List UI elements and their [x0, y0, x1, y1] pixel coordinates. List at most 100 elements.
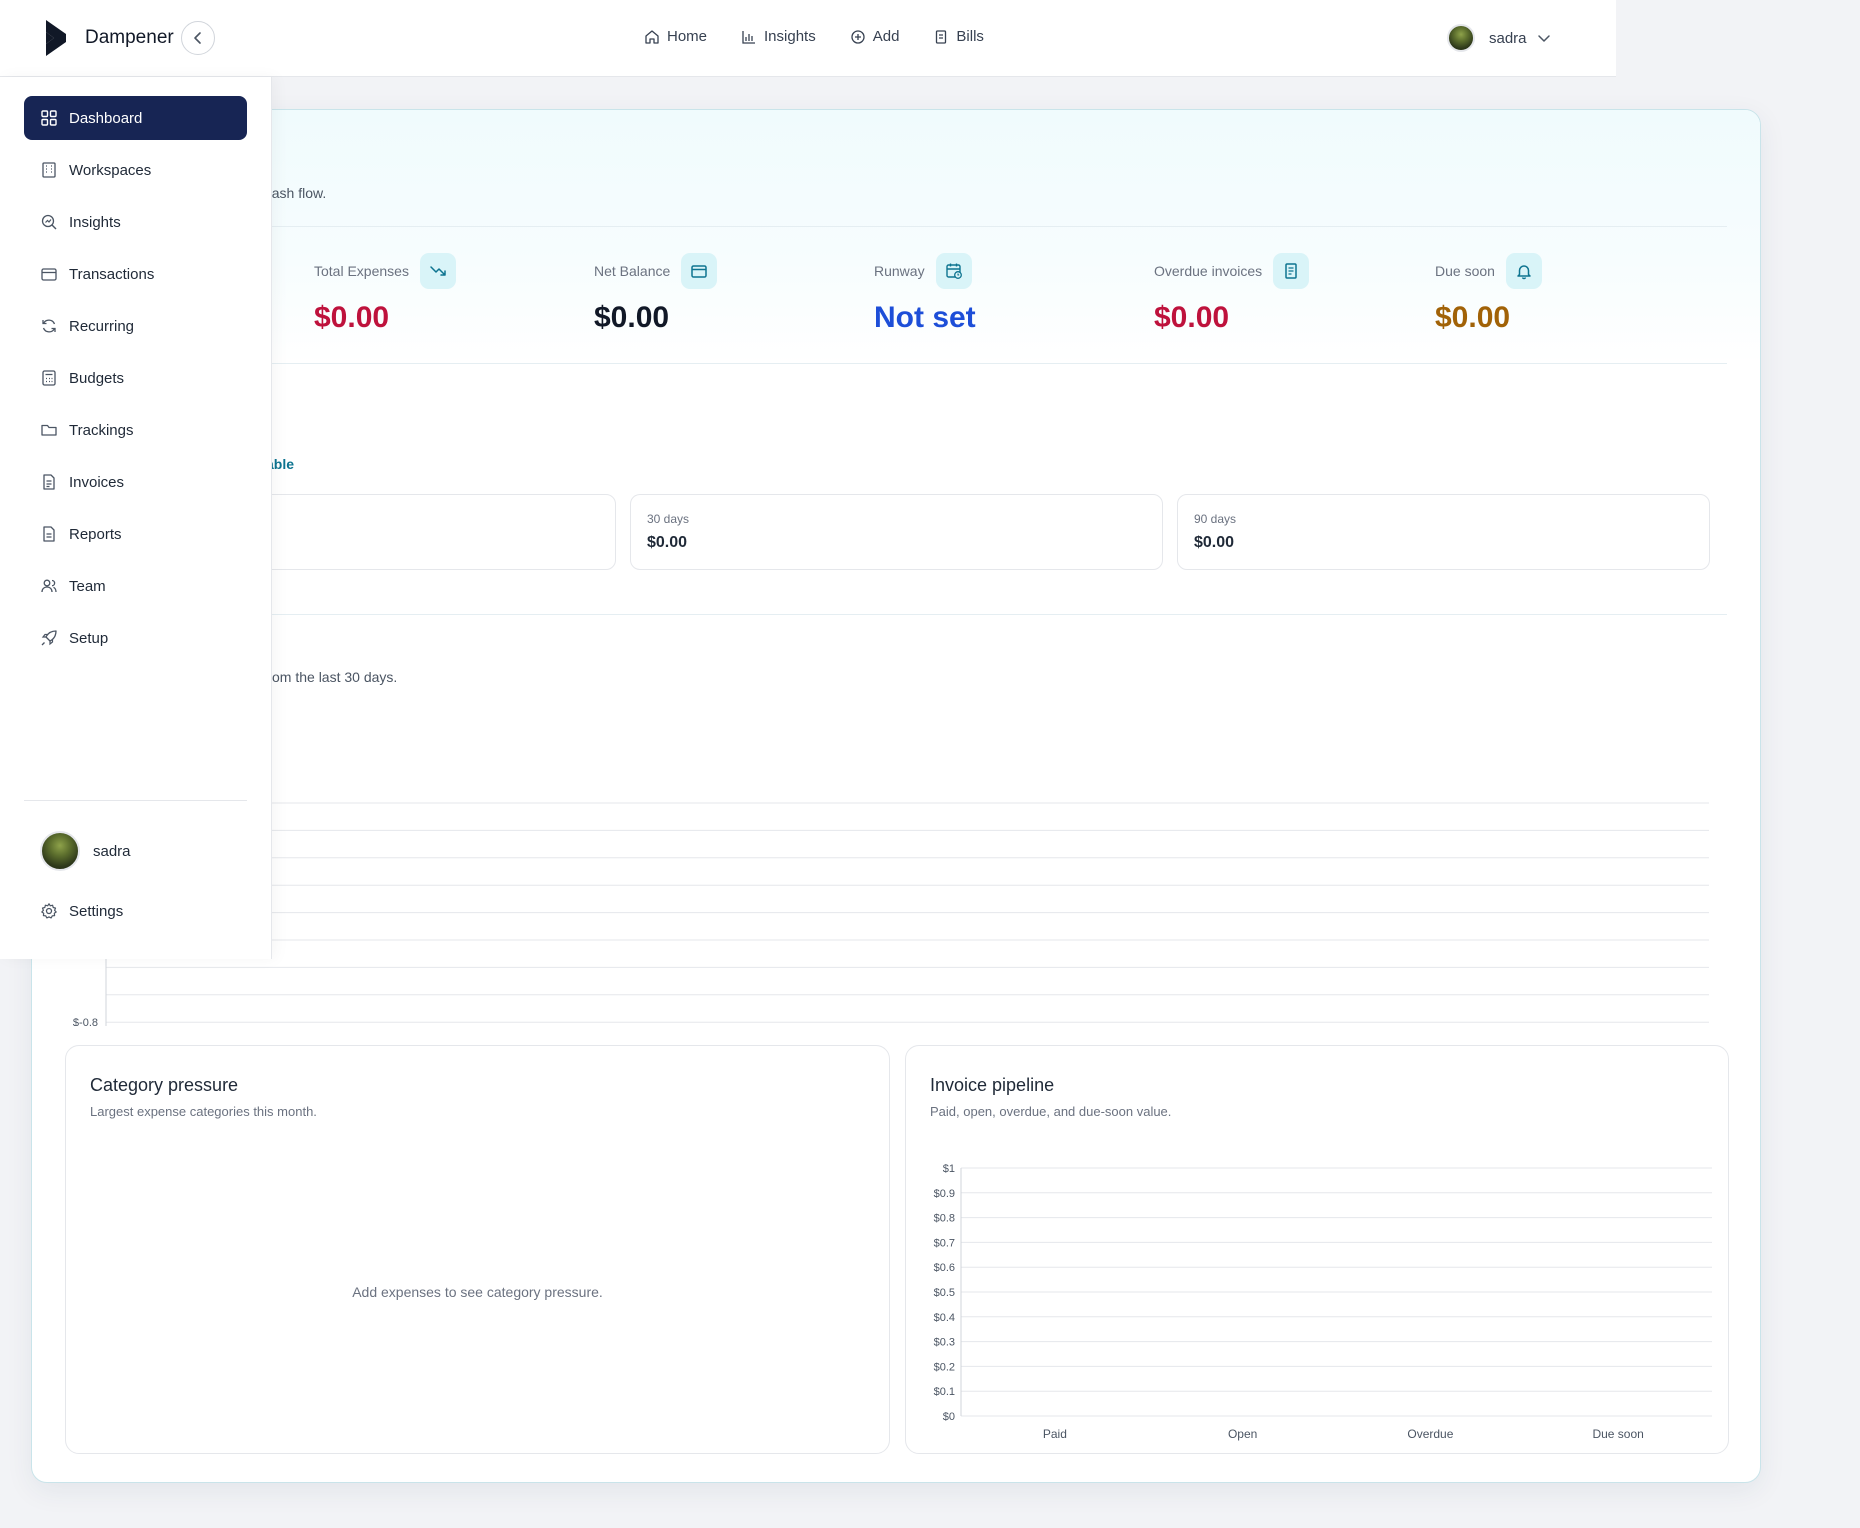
metric-label-row: Net Balance	[594, 253, 718, 289]
sidebar-item-label: Setup	[69, 629, 109, 647]
collapse-sidebar-button[interactable]	[181, 21, 215, 55]
users-icon	[41, 579, 57, 593]
user-name: sadra	[1489, 29, 1527, 47]
dampener-logo-icon	[46, 20, 66, 56]
metric-net-balance: Net Balance $0.00	[594, 253, 718, 335]
sidebar-item-invoices[interactable]: Invoices	[24, 460, 247, 504]
sidebar-item-budgets[interactable]: Budgets	[24, 356, 247, 400]
metric-label: Total Expenses	[314, 263, 409, 279]
panel-subtitle: Paid, open, overdue, and due-soon value.	[930, 1104, 1172, 1119]
metric-value: Not set	[874, 301, 976, 334]
invoice-pipeline-chart: $0 $0.1 $0.2 $0.3 $0.4 $0.5 $0.6 $0.7 $0.8 $0.9 $1…	[934, 1163, 1712, 1441]
topnav-label: Add	[872, 28, 900, 45]
topnav-bills[interactable]: Bills	[933, 28, 984, 45]
report-icon	[43, 526, 55, 542]
x-tick-label: Overdue	[1407, 1427, 1453, 1441]
sidebar-item-label: Settings	[69, 902, 124, 920]
metric-icon-badge	[1273, 253, 1310, 289]
sidebar-item-trackings[interactable]: Trackings	[24, 408, 247, 452]
home-icon	[645, 29, 659, 44]
sidebar-item-label: Reports	[69, 525, 122, 543]
trend-down-icon	[430, 266, 446, 276]
window-label: 90 days	[1194, 512, 1237, 526]
brand[interactable]: Dampener	[44, 20, 174, 56]
metric-value: $0.00	[594, 301, 670, 334]
app-name: Dampener	[85, 27, 174, 48]
topnav-label: Home	[667, 28, 708, 45]
window-label: 30 days	[647, 512, 690, 526]
sidebar-item-workspaces[interactable]: Workspaces	[24, 148, 247, 192]
topnav-home[interactable]: Home	[644, 28, 707, 45]
topnav-label: Insights	[764, 28, 816, 45]
x-tick-label: Due soon	[1592, 1427, 1643, 1441]
wallet-icon	[41, 268, 57, 281]
chevron-down-icon	[1537, 35, 1550, 42]
sidebar-user[interactable]: sadra	[40, 831, 131, 871]
metric-icon-badge	[419, 253, 456, 289]
gear-icon	[41, 903, 57, 919]
bell-icon	[1517, 265, 1531, 280]
sidebar-item-team[interactable]: Team	[24, 564, 247, 608]
calculator-icon	[42, 370, 56, 386]
metric-label: Net Balance	[594, 263, 671, 279]
sidebar-item-recurring[interactable]: Recurring	[24, 304, 247, 348]
topnav-add[interactable]: Add	[850, 28, 900, 45]
sidebar-item-reports[interactable]: Reports	[24, 512, 247, 556]
panel-title: Category pressure	[90, 1075, 239, 1095]
sidebar-item-label: Transactions	[69, 265, 155, 283]
plus-circle-icon	[851, 29, 865, 44]
sidebar-item-label: Insights	[69, 213, 121, 231]
empty-state-message: Add expenses to see category pressure.	[352, 1284, 603, 1300]
sidebar-item-label: Trackings	[69, 421, 134, 439]
topnav-insights[interactable]: Insights	[741, 28, 816, 45]
top-navigation-bar: Dampener Home Insights Add Bills sadra	[0, 0, 1616, 77]
top-nav: Home Insights Add Bills	[644, 28, 984, 45]
metric-value: $0.00	[1435, 301, 1511, 334]
sidebar-item-setup[interactable]: Setup	[24, 616, 247, 660]
sidebar-item-dashboard[interactable]: Dashboard	[24, 96, 247, 140]
divider	[32, 226, 1727, 227]
chart-icon	[742, 30, 756, 44]
divider	[32, 363, 1727, 364]
sidebar-item-settings[interactable]: Settings	[24, 889, 247, 933]
sidebar-divider	[24, 800, 247, 801]
wallet-icon	[691, 265, 708, 278]
metric-icon-badge	[1505, 253, 1542, 289]
avatar	[40, 831, 80, 871]
sidebar-item-insights[interactable]: Insights	[24, 200, 247, 244]
metric-due-soon: Due soon $0.00	[1435, 253, 1542, 335]
y-tick-label: $0.1	[934, 1386, 955, 1398]
metric-label-row: Due soon	[1435, 253, 1542, 289]
avatar	[1447, 24, 1475, 52]
divider	[32, 614, 1727, 615]
invoice-pipeline-panel: Invoice pipeline Paid, open, overdue, an…	[905, 1045, 1729, 1454]
y-tick-label: $1	[943, 1163, 955, 1175]
trend-subtitle: om the last 30 days.	[272, 669, 398, 685]
y-tick-label: $0	[943, 1411, 955, 1423]
y-tick-label: $0.3	[934, 1337, 955, 1349]
user-menu[interactable]: sadra	[1447, 24, 1551, 52]
cashflow-trend-chart: $-0.8$-1Apr 10Apr 11Apr 12Apr 13Apr 14Ap…	[73, 802, 1709, 1026]
rocket-icon	[41, 630, 57, 646]
topnav-label: Bills	[956, 28, 984, 45]
window-value: $0.00	[1194, 534, 1235, 551]
metric-label: Runway	[874, 263, 925, 279]
y-tick-label: $-0.8	[73, 1017, 98, 1026]
sidebar-item-label: Budgets	[69, 369, 125, 387]
metric-icon-badge	[681, 253, 718, 289]
refresh-icon	[42, 319, 56, 333]
y-tick-label: $0.9	[934, 1188, 955, 1200]
metric-overdue-invoices: Overdue invoices $0.00	[1154, 253, 1310, 335]
metric-label: Overdue invoices	[1154, 263, 1263, 279]
metric-value: $0.00	[314, 301, 390, 334]
metric-label-row: Runway	[874, 253, 976, 289]
receipt-icon	[936, 29, 947, 44]
panel-title: Invoice pipeline	[930, 1075, 1055, 1095]
panel-subtitle: Largest expense categories this month.	[90, 1104, 317, 1119]
grid-icon	[41, 110, 57, 126]
metric-value: $0.00	[1154, 301, 1230, 334]
metric-runway: Runway Not set	[874, 253, 976, 335]
sidebar-item-label: Dashboard	[69, 109, 143, 127]
y-tick-label: $0.6	[934, 1262, 955, 1274]
sidebar-item-transactions[interactable]: Transactions	[24, 252, 247, 296]
